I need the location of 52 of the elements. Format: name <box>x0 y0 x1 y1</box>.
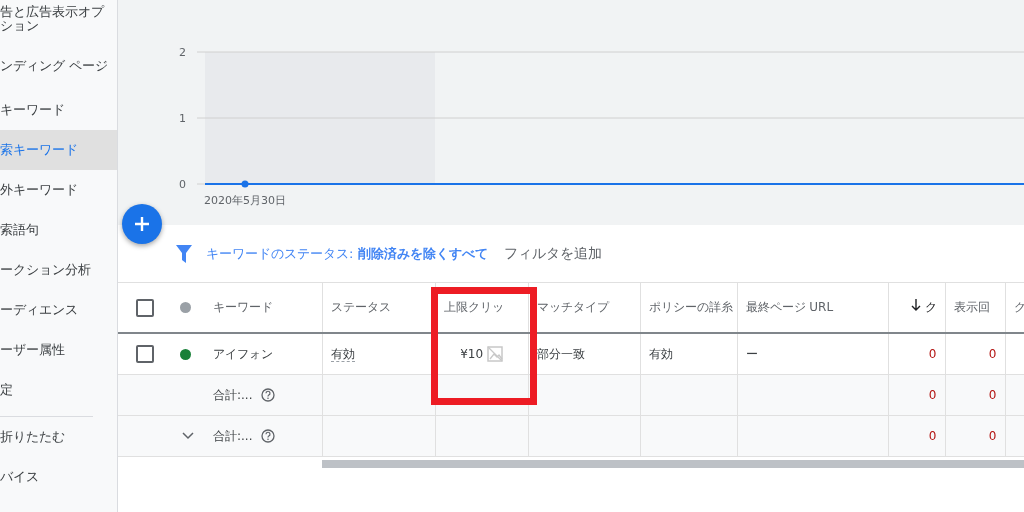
table-cell: 0 <box>988 429 997 443</box>
total-label: 合計:... <box>213 427 253 445</box>
table-cell: 0 <box>928 429 937 443</box>
sidebar-item[interactable]: バイス <box>0 457 117 497</box>
add-filter-link[interactable]: フィルタを追加 <box>503 244 602 263</box>
sidebar-item[interactable]: 索語句 <box>0 210 117 250</box>
plus-icon <box>134 216 150 232</box>
total-label: 合計:... <box>213 386 253 404</box>
column-header[interactable]: マッチタイプ <box>536 300 609 314</box>
table-cell: 0 <box>988 347 997 361</box>
axis-label: 0 <box>179 178 186 191</box>
table-cell: 0 <box>988 388 997 402</box>
axis-label: 2020年5月30日 <box>204 194 286 207</box>
data-point <box>241 180 249 188</box>
column-header[interactable]: 表示回 <box>953 300 990 314</box>
chevron-down-icon[interactable] <box>182 432 194 440</box>
checkbox[interactable] <box>136 298 154 317</box>
add-button[interactable] <box>122 204 162 244</box>
column-header[interactable]: ポリシーの詳糸 <box>648 300 733 314</box>
sidebar-item[interactable]: ンディング ページ <box>0 42 110 90</box>
axis-label: 1 <box>179 112 186 125</box>
help-icon[interactable] <box>260 388 275 402</box>
policy-text: 有効 <box>648 346 673 361</box>
column-header[interactable]: ク <box>924 299 937 316</box>
sidebar-item[interactable]: 告と広告表示オプション <box>0 0 110 42</box>
checkbox[interactable] <box>136 345 154 363</box>
table-cell: 0 <box>928 347 937 361</box>
help-icon[interactable] <box>260 429 275 443</box>
axis-label: 2 <box>179 46 186 59</box>
sidebar-item[interactable]: 定 <box>0 370 117 410</box>
filter-icon[interactable] <box>176 244 192 263</box>
filter-link[interactable]: キーワードのステータス: 削除済みを除くすべて <box>206 244 488 263</box>
url-text: ー <box>745 346 758 361</box>
column-header[interactable]: 上限クリッ <box>443 300 504 314</box>
sidebar-item[interactable]: 索キーワード <box>0 130 117 170</box>
column-header[interactable]: ステータス <box>330 300 391 314</box>
scrollbar[interactable] <box>322 460 1024 468</box>
status-text: 有効 <box>330 346 355 362</box>
column-header[interactable]: キーワード <box>213 300 273 314</box>
keyword-text: アイフォン <box>213 346 273 361</box>
column-header[interactable]: 最終ページ URL <box>745 300 834 314</box>
column-header[interactable]: ク <box>1013 300 1024 314</box>
sidebar-item[interactable]: ーディエンス <box>0 290 117 330</box>
bid-value: ¥10 <box>460 346 484 361</box>
match-type-text: 部分一致 <box>536 346 585 361</box>
sort-arrow-icon[interactable] <box>910 299 921 311</box>
sidebar-item[interactable]: 外キーワード <box>0 170 117 210</box>
sidebar-item[interactable]: キーワード <box>0 90 117 130</box>
sidebar-item[interactable]: 折りたたむ <box>0 417 117 457</box>
sidebar-item[interactable]: ーザー属性 <box>0 330 117 370</box>
sidebar-item[interactable]: ークション分析 <box>0 250 117 290</box>
table-cell: 0 <box>928 388 937 402</box>
